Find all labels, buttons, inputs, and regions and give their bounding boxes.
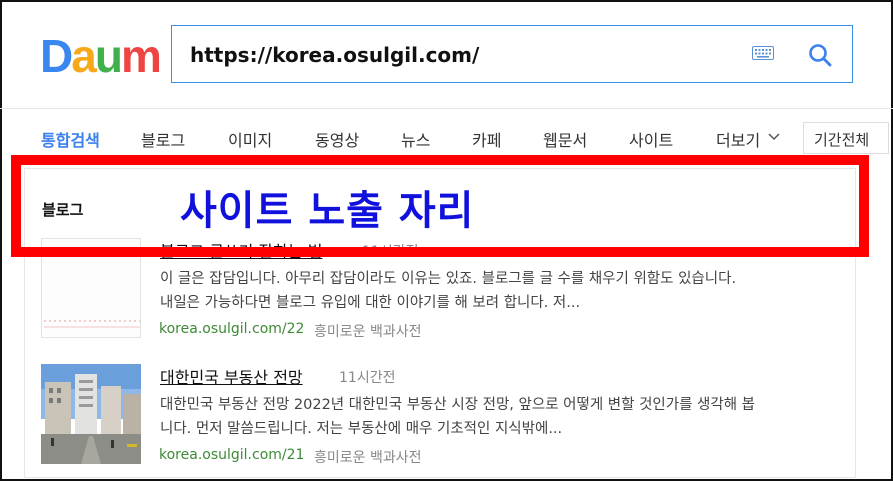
search-icon[interactable] [808, 43, 832, 67]
chevron-down-icon[interactable] [768, 132, 780, 142]
result-thumbnail[interactable] [41, 364, 141, 464]
result-snippet-line: 대한민국 부동산 전망 2022년 대한민국 부동산 시장 전망, 앞으로 어떻… [160, 397, 756, 413]
tab-news[interactable]: 뉴스 [401, 127, 430, 151]
logo-letter: u [94, 30, 123, 82]
city-photo-image [41, 364, 141, 464]
result-snippet-line: 이 글은 잡담입니다. 아무리 잡담이라도 이유는 있죠. 블로그를 글 수를 … [160, 271, 737, 287]
tab-site[interactable]: 사이트 [629, 127, 673, 151]
tab-image[interactable]: 이미지 [228, 127, 272, 151]
tab-integrated[interactable]: 통합검색 [41, 127, 100, 151]
keyboard-icon[interactable] [752, 46, 774, 60]
header-divider [0, 108, 893, 109]
tab-blog[interactable]: 블로그 [141, 127, 185, 151]
tab-more[interactable]: 더보기 [716, 127, 760, 151]
tab-webdoc[interactable]: 웹문서 [543, 127, 587, 151]
result-source-link[interactable]: 흥미로운 백과사전 [314, 321, 422, 341]
tab-cafe[interactable]: 카페 [472, 127, 501, 151]
tab-video[interactable]: 동영상 [315, 127, 359, 151]
logo-letter: m [120, 30, 162, 82]
result-url-link[interactable]: korea.osulgil.com/22 [159, 321, 304, 337]
daum-logo[interactable]: D a u m [40, 30, 162, 82]
result-url-link[interactable]: korea.osulgil.com/21 [159, 447, 304, 463]
annotation-label: 사이트 노출 자리 [180, 188, 475, 234]
search-input[interactable] [190, 40, 730, 70]
result-source-link[interactable]: 흥미로운 백과사전 [314, 447, 422, 467]
period-filter-select[interactable]: 기간전체 [803, 122, 889, 154]
logo-letter: a [71, 30, 97, 82]
search-box [171, 25, 853, 83]
result-snippet-line: 내일은 가능하다면 블로그 유입에 대한 이야기를 해 보려 합니다. 저... [160, 295, 581, 311]
result-snippet-line: 니다. 먼저 말씀드립니다. 저는 부동산에 매우 기초적인 지식밖에... [160, 421, 563, 437]
result-title-link[interactable]: 대한민국 부동산 전망 [160, 364, 303, 388]
result-time: 11시간전 [339, 370, 396, 386]
logo-letter: D [40, 30, 73, 82]
